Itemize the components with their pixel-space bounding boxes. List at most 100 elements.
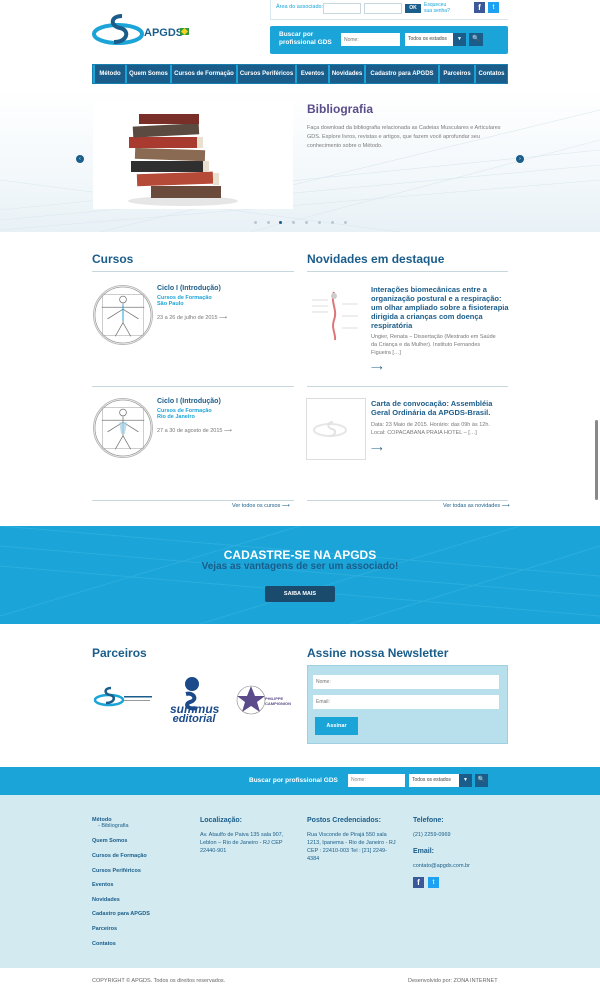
slider-dot[interactable]	[318, 221, 321, 224]
email-address[interactable]: contato@apgds.com.br	[413, 862, 470, 870]
parceiros-title: Parceiros	[92, 646, 147, 660]
main-nav: Método Quem Somos Cursos de Formação Cur…	[92, 64, 508, 84]
slider-dot[interactable]	[305, 221, 308, 224]
see-all-news-link[interactable]: Ver todas as novidades ⟶	[443, 503, 510, 509]
search-icon[interactable]: 🔍	[469, 33, 483, 46]
news-excerpt: Data: 23 Maio de 2015. Horário: das 09h …	[371, 422, 490, 436]
chevron-down-icon[interactable]: ▼	[453, 33, 466, 46]
banner-title: CADASTRE-SE NA APGDS	[223, 548, 377, 562]
footer-link-bibliografia[interactable]: - Bibliografia	[98, 823, 129, 829]
divider	[307, 500, 508, 501]
phone-heading: Telefone:	[413, 817, 444, 824]
slider-dot[interactable]	[254, 221, 257, 224]
nav-item-parceiros[interactable]: Parceiros	[440, 65, 474, 83]
search-label: Buscar por profissional GDS	[279, 31, 332, 46]
slider-background-pattern	[0, 109, 600, 232]
subscribe-button[interactable]: Assinar	[315, 717, 358, 735]
arrow-right-icon[interactable]: ⟶	[371, 363, 382, 372]
nav-item-cursos-formacao[interactable]: Cursos de Formação	[172, 65, 236, 83]
signup-banner	[0, 526, 600, 624]
associate-user-input[interactable]	[323, 3, 361, 14]
nav-item-eventos[interactable]: Eventos	[297, 65, 328, 83]
course-city[interactable]: Rio de Janeiro	[157, 414, 195, 420]
news-excerpt: Ungier, Renata – Dissertação (Mestrado e…	[371, 334, 496, 356]
footer-link-cursos-formacao[interactable]: Cursos de Formação	[92, 853, 147, 859]
page-scrollbar[interactable]	[595, 420, 598, 500]
novidades-title: Novidades em destaque	[307, 252, 445, 266]
banner-pattern	[0, 526, 600, 624]
news-title[interactable]: Interações biomecânicas entre a organiza…	[371, 285, 509, 330]
chevron-down-icon[interactable]: ▼	[459, 774, 472, 787]
course-title[interactable]: Ciclo I (Introdução)	[157, 285, 221, 292]
phone-number: (21) 2259-0969	[413, 832, 451, 838]
nav-item-cursos-perifericos[interactable]: Cursos Periféricos	[238, 65, 295, 83]
course-city[interactable]: São Paulo	[157, 301, 184, 307]
news-spine-image[interactable]	[306, 286, 364, 344]
slider-dot[interactable]	[344, 221, 347, 224]
slider-dot[interactable]	[292, 221, 295, 224]
nav-item-metodo[interactable]: Método	[95, 65, 125, 83]
nav-item-contatos[interactable]: Contatos	[476, 65, 507, 83]
arrow-right-icon[interactable]: ⟶	[371, 444, 382, 453]
nav-item-cadastro[interactable]: Cadastro para APGDS	[366, 65, 438, 83]
forgot-password-link[interactable]: Esqueceu sua senha?	[424, 2, 452, 14]
divider	[307, 271, 508, 272]
facebook-icon[interactable]: f	[474, 2, 485, 13]
copyright-text: COPYRIGHT © APGDS. Todos os direitos res…	[92, 978, 226, 984]
footer-link-quem-somos[interactable]: Quem Somos	[92, 838, 127, 844]
email-heading: Email:	[413, 848, 435, 855]
news-title[interactable]: Carta de convocação: Assembléia Geral Or…	[371, 399, 506, 417]
logo-text: APGDS	[144, 27, 184, 39]
nav-item-novidades[interactable]: Novidades	[330, 65, 364, 83]
cursos-title: Cursos	[92, 252, 134, 266]
bottom-search-label: Buscar por profissional GDS	[249, 777, 338, 784]
associate-password-input[interactable]	[364, 3, 402, 14]
course-vitruvian-image[interactable]	[93, 398, 153, 458]
search-name-input[interactable]	[341, 33, 400, 46]
location-address: Av. Ataulfo de Paiva 135 sala 907, Leblo…	[200, 832, 284, 854]
footer-link-novidades[interactable]: Novidades	[92, 897, 120, 903]
facebook-icon[interactable]: f	[413, 877, 424, 888]
twitter-icon[interactable]: t	[428, 877, 439, 888]
slider-next-icon[interactable]: ›	[516, 155, 524, 163]
associate-area-label: Área do associado:	[276, 4, 324, 10]
search-icon[interactable]: 🔍	[475, 774, 488, 787]
twitter-icon[interactable]: t	[488, 2, 499, 13]
bottom-search-name-input[interactable]: Nome:	[348, 774, 405, 787]
footer-link-cadastro[interactable]: Cadastro para APGDS	[92, 911, 150, 917]
see-all-courses-link[interactable]: Ver todos os cursos ⟶	[232, 503, 290, 509]
nav-item-quem-somos[interactable]: Quem Somos	[127, 65, 170, 83]
banner-subtitle: Vejas as vantagens de ser um associado!	[201, 561, 399, 572]
footer-link-contatos[interactable]: Contatos	[92, 941, 116, 947]
divider	[92, 500, 294, 501]
slider-prev-icon[interactable]: ‹	[76, 155, 84, 163]
news-placeholder-image[interactable]	[306, 398, 366, 460]
brazil-flag-icon	[180, 28, 189, 35]
newsletter-title: Assine nossa Newsletter	[307, 646, 449, 660]
course-vitruvian-image[interactable]	[93, 285, 153, 345]
course-date[interactable]: 23 a 26 de julho de 2015 ⟶	[157, 315, 227, 321]
footer-link-parceiros[interactable]: Parceiros	[92, 926, 117, 932]
partner-summus-subtitle[interactable]: editorial	[170, 714, 218, 725]
newsletter-email-input[interactable]	[313, 695, 499, 709]
developer-credit[interactable]: Desenvolvido por: ZONA INTERNET	[408, 978, 498, 984]
partner-campignion-name[interactable]: PHILIPPE CAMPIGNION	[265, 696, 297, 706]
footer	[0, 795, 600, 968]
accredited-heading: Postos Credenciados:	[307, 817, 381, 824]
slider-dot-active[interactable]	[279, 221, 282, 224]
slider-dot[interactable]	[267, 221, 270, 224]
newsletter-name-input[interactable]	[313, 675, 499, 689]
course-date[interactable]: 27 a 30 de agosto de 2015 ⟶	[157, 428, 232, 434]
associate-ok-button[interactable]: OK	[405, 4, 421, 13]
learn-more-button[interactable]: SAIBA MAIS	[265, 586, 335, 602]
slide-description: Faça download da bibliografia relacionad…	[307, 125, 501, 149]
course-title[interactable]: Ciclo I (Introdução)	[157, 398, 221, 405]
location-heading: Localização:	[200, 817, 243, 824]
slide-title[interactable]: Bibliografia	[307, 102, 373, 116]
slider-dot[interactable]	[331, 221, 334, 224]
divider	[307, 386, 508, 387]
books-image	[93, 101, 293, 209]
footer-link-cursos-perifericos[interactable]: Cursos Periféricos	[92, 868, 141, 874]
partner-apgds-logo[interactable]	[93, 685, 155, 709]
footer-link-eventos[interactable]: Eventos	[92, 882, 113, 888]
